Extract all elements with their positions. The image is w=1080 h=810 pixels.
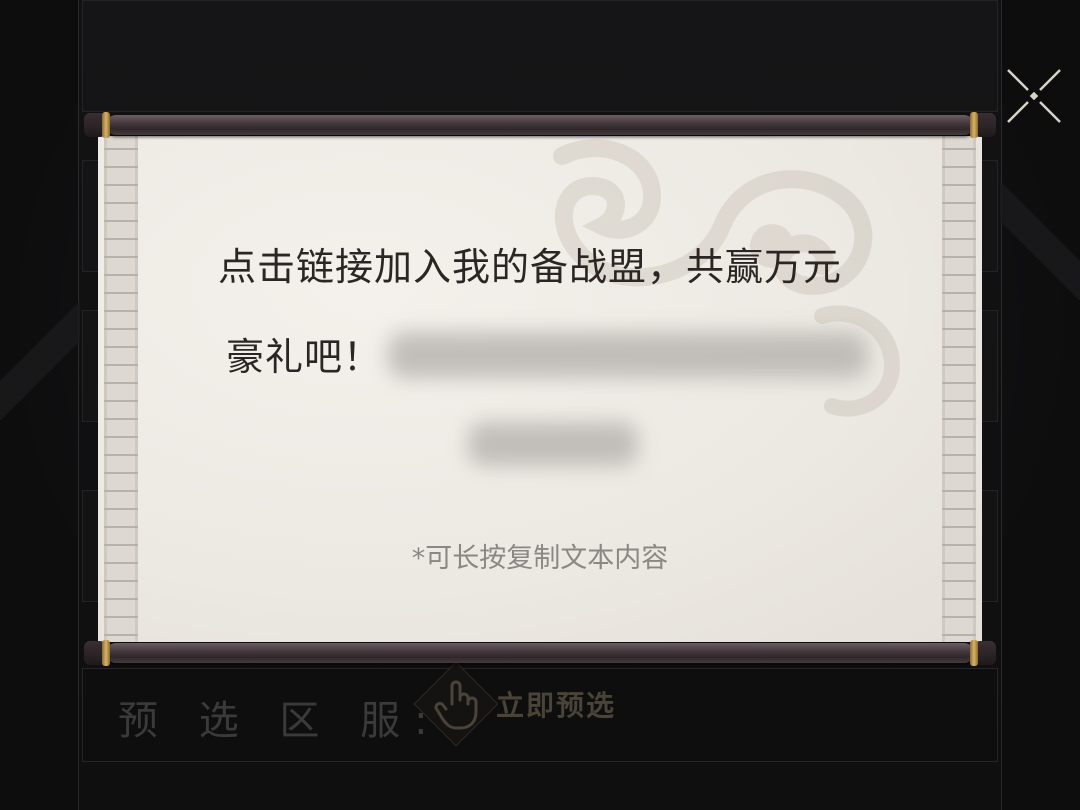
scroll-rod-top	[84, 112, 996, 138]
copy-hint: *可长按复制文本内容	[411, 543, 669, 574]
preselect-button[interactable]: 立即预选	[413, 661, 670, 747]
invite-message-continued[interactable]: 豪礼吧！	[226, 326, 382, 381]
region-label: 预 选 区 服:	[118, 698, 442, 744]
preselect-button-label: 立即预选	[495, 689, 616, 722]
scroll-paper: 点击链接加入我的备战盟，共赢万元 豪礼吧！ *可长按复制文本内容	[98, 136, 982, 642]
game-screen: 预 选 区 服: 立即预选 点击链接加入我的备战盟，共赢万元 豪礼吧！ *可长按…	[0, 0, 1080, 810]
background-roof	[0, 300, 80, 420]
background-roof	[1000, 180, 1080, 300]
close-icon[interactable]	[1002, 64, 1066, 128]
redacted-link[interactable]	[388, 332, 868, 378]
scroll-rod-bottom	[84, 640, 996, 666]
redacted-link[interactable]	[468, 422, 638, 466]
background-row	[82, 0, 998, 112]
invite-message[interactable]: 点击链接加入我的备战盟，共赢万元	[218, 236, 842, 291]
hand-pointer-icon	[434, 680, 478, 730]
scroll-dialog: 点击链接加入我的备战盟，共赢万元 豪礼吧！ *可长按复制文本内容	[84, 112, 996, 668]
